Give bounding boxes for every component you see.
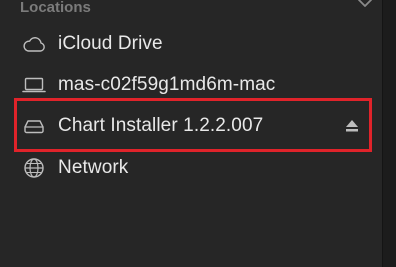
sidebar-item-network[interactable]: Network [22,151,360,185]
section-title: Locations [20,0,91,16]
window-edge [383,0,396,267]
laptop-icon [22,73,46,97]
finder-sidebar: Locations iCloud Drive mas-c02f59g1md6m-… [0,0,383,267]
sidebar-item-icloud-drive[interactable]: iCloud Drive [22,27,360,61]
globe-icon [22,156,46,180]
highlight-annotation [14,98,372,152]
chevron-down-icon[interactable] [356,0,374,12]
sidebar-item-computer[interactable]: mas-c02f59g1md6m-mac [22,68,360,102]
locations-section-header[interactable]: Locations [20,0,376,20]
sidebar-item-label: mas-c02f59g1md6m-mac [58,74,276,95]
sidebar-item-label: Network [58,157,129,178]
sidebar-item-label: iCloud Drive [58,33,163,54]
cloud-icon [22,32,46,56]
